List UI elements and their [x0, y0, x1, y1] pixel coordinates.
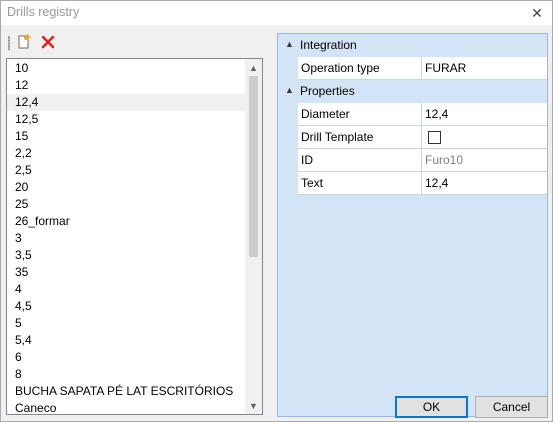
cancel-button[interactable]: Cancel [475, 396, 548, 418]
list-item[interactable]: 3,5 [7, 247, 245, 264]
list-item[interactable]: 15 [7, 128, 245, 145]
list-item[interactable]: 25 [7, 196, 245, 213]
list-item[interactable]: 3 [7, 230, 245, 247]
property-value: Furo10 [422, 149, 547, 172]
window-title: Drills registry [7, 5, 80, 19]
panel-splitter[interactable] [266, 30, 274, 415]
property-diameter[interactable]: Diameter 12,4 [278, 103, 547, 126]
list-item[interactable]: 26_formar [7, 213, 245, 230]
collapse-icon[interactable]: ▲ [285, 85, 295, 97]
property-operation-type[interactable]: Operation type FURAR [278, 57, 547, 80]
delete-x-icon [41, 35, 55, 49]
category-integration[interactable]: ▲ Integration [278, 34, 547, 57]
ok-button[interactable]: OK [395, 396, 468, 418]
chevron-down-icon: ▼ [249, 400, 258, 411]
scroll-up-button[interactable]: ▲ [245, 59, 262, 76]
property-name: ID [298, 149, 422, 172]
list-item[interactable]: BUCHA SAPATA PÉ LAT ESCRITÓRIOS [7, 383, 245, 400]
list-item[interactable]: 12,5 [7, 111, 245, 128]
list-item[interactable]: 12 [7, 77, 245, 94]
new-drill-button[interactable] [14, 32, 34, 52]
new-document-icon [18, 34, 31, 49]
drills-list-items: 10 12 12,4 12,5 15 2,2 2,5 20 25 26_formar 3 3,5 35 4… [7, 60, 245, 414]
list-item[interactable]: 2,2 [7, 145, 245, 162]
list-item[interactable]: 10 [7, 60, 245, 77]
property-name: Drill Template [298, 126, 422, 149]
list-item[interactable]: Caneco [7, 400, 245, 414]
list-item[interactable]: 35 [7, 264, 245, 281]
collapse-icon[interactable]: ▲ [285, 39, 295, 51]
scroll-thumb[interactable] [249, 76, 258, 257]
list-item[interactable]: 5 [7, 315, 245, 332]
property-value[interactable]: 12,4 [422, 103, 547, 126]
list-scrollbar[interactable]: ▲ ▼ [245, 59, 262, 414]
drill-template-checkbox[interactable] [428, 131, 441, 144]
toolbar-grip[interactable] [8, 36, 10, 50]
list-item[interactable]: 20 [7, 179, 245, 196]
property-text[interactable]: Text 12,4 [278, 172, 547, 195]
title-bar: Drills registry ✕ [1, 1, 552, 25]
property-value[interactable]: FURAR [422, 57, 547, 80]
delete-drill-button[interactable] [38, 32, 58, 52]
list-item[interactable]: 4,5 [7, 298, 245, 315]
category-label: Properties [300, 84, 355, 98]
category-label: Integration [300, 38, 357, 52]
property-name: Text [298, 172, 422, 195]
property-name: Diameter [298, 103, 422, 126]
property-name: Operation type [298, 57, 422, 80]
drills-list[interactable]: 10 12 12,4 12,5 15 2,2 2,5 20 25 26_formar 3 3,5 35 4… [6, 58, 263, 415]
property-drill-template[interactable]: Drill Template [278, 126, 547, 149]
property-value[interactable]: 12,4 [422, 172, 547, 195]
close-icon: ✕ [531, 4, 543, 21]
property-grid: ▲ Integration Operation type FURAR ▲ Pro… [277, 33, 548, 417]
property-value[interactable] [422, 126, 547, 149]
list-item[interactable]: 6 [7, 349, 245, 366]
list-item[interactable]: 4 [7, 281, 245, 298]
scroll-down-button[interactable]: ▼ [245, 397, 262, 414]
list-item[interactable]: 2,5 [7, 162, 245, 179]
list-item[interactable]: 8 [7, 366, 245, 383]
drills-registry-dialog: Drills registry ✕ 10 12 12,4 12,5 15 2,2 2,5 20… [0, 0, 553, 422]
close-button[interactable]: ✕ [522, 1, 552, 25]
chevron-up-icon: ▲ [249, 62, 258, 73]
list-item[interactable]: 5,4 [7, 332, 245, 349]
category-properties[interactable]: ▲ Properties [278, 80, 547, 103]
list-item[interactable]: 12,4 [7, 94, 245, 111]
toolbar [5, 30, 266, 54]
property-id[interactable]: ID Furo10 [278, 149, 547, 172]
